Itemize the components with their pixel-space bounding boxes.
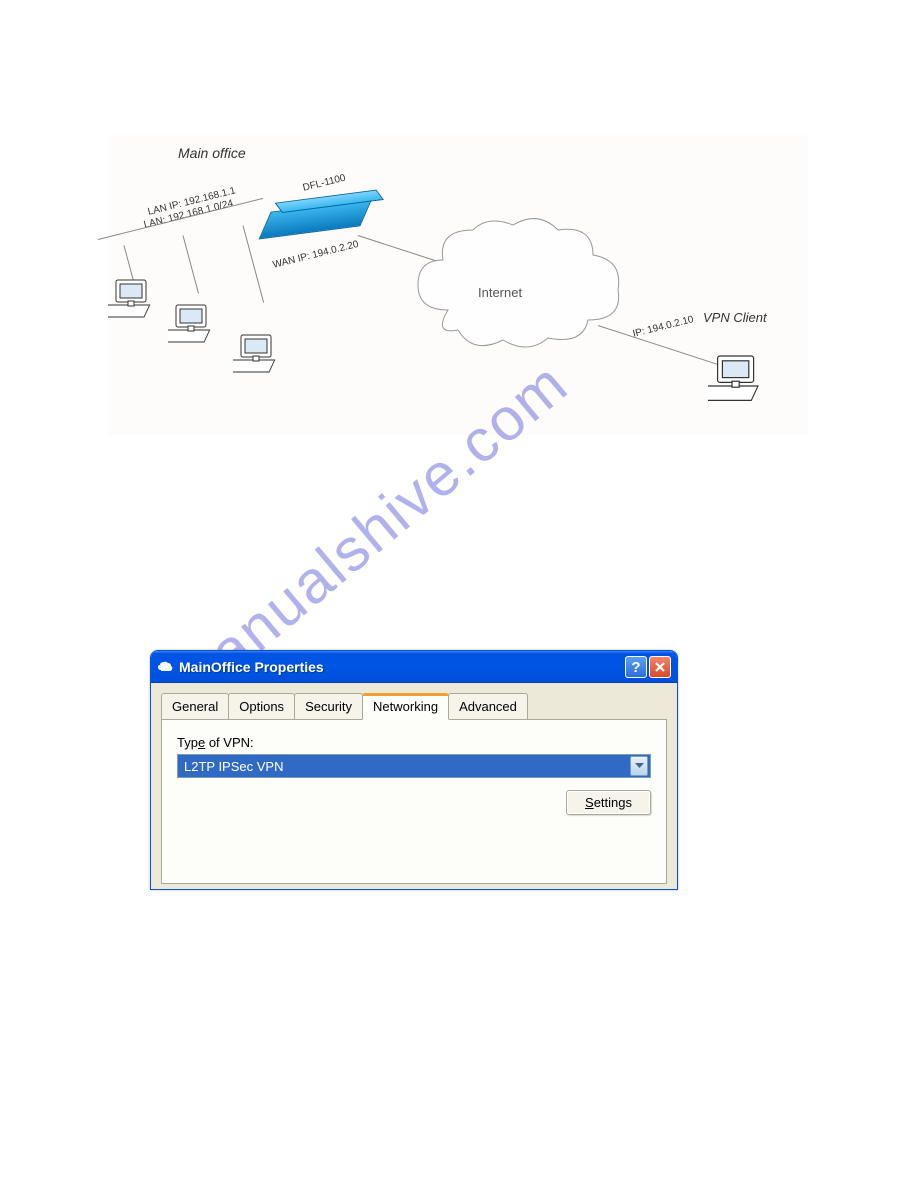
dfl-device [259,199,373,240]
tab-options[interactable]: Options [228,693,295,719]
computer-icon [168,300,218,350]
tab-panel-networking: Type of VPN: L2TP IPSec VPN Settings [161,719,667,884]
tab-security[interactable]: Security [294,693,363,719]
properties-dialog: MainOffice Properties ? General Options … [150,650,678,890]
vpn-type-value: L2TP IPSec VPN [184,759,630,774]
wan-ip-label: WAN IP: 194.0.2.20 [272,239,360,271]
tab-general[interactable]: General [161,693,229,719]
internet-label: Internet [478,285,522,300]
tab-advanced[interactable]: Advanced [448,693,528,719]
main-office-label: Main office [178,145,246,161]
vpn-client-label: VPN Client [703,310,767,325]
computer-icon [708,350,768,410]
vpn-type-label: Type of VPN: [177,735,651,750]
help-icon: ? [631,659,640,676]
net-line [183,235,199,293]
tab-networking[interactable]: Networking [362,693,449,720]
close-button[interactable] [649,656,671,678]
dialog-title: MainOffice Properties [179,659,625,675]
computer-icon [233,330,283,380]
network-diagram: Main office DFL-1100 LAN IP: 192.168.1.1… [108,135,808,435]
close-icon [654,661,666,673]
computer-icon [108,275,158,325]
vpn-type-dropdown[interactable]: L2TP IPSec VPN [177,754,651,778]
help-button[interactable]: ? [625,656,647,678]
settings-button[interactable]: Settings [566,790,651,815]
device-label: DFL-1100 [302,173,347,194]
client-ip-label: IP: 194.0.2.10 [632,314,695,340]
chevron-down-icon [630,756,648,776]
titlebar: MainOffice Properties ? [151,651,677,683]
tabs: General Options Security Networking Adva… [151,683,677,719]
cloud-icon [157,659,173,675]
